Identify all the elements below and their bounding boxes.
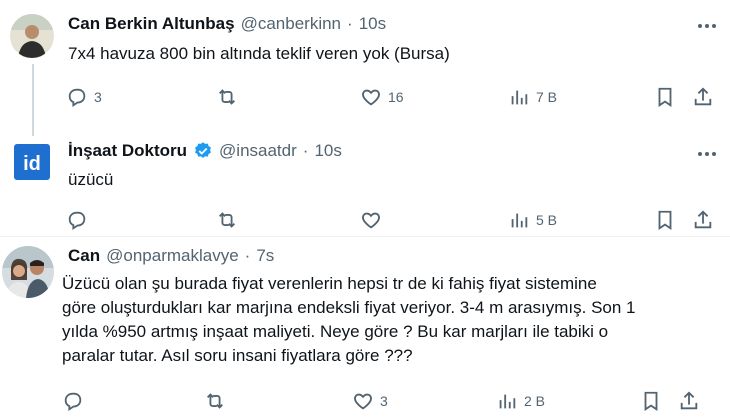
more-options-icon[interactable] bbox=[698, 24, 716, 28]
more-options-icon[interactable] bbox=[698, 152, 716, 156]
share-button[interactable] bbox=[678, 390, 700, 412]
timestamp[interactable]: 7s bbox=[256, 246, 274, 266]
retweet-icon bbox=[219, 89, 235, 105]
views-count: 5 B bbox=[536, 212, 558, 228]
retweet-button[interactable] bbox=[216, 209, 244, 231]
tweet-text: üzücü bbox=[68, 170, 114, 189]
bookmark-button[interactable] bbox=[640, 390, 662, 412]
reply-button[interactable] bbox=[62, 390, 90, 412]
share-icon bbox=[694, 210, 712, 229]
insaat-doktoru-logo-icon: id bbox=[14, 144, 50, 180]
heart-icon bbox=[362, 212, 380, 229]
share-button[interactable] bbox=[692, 209, 714, 231]
tweet-text-line: yılda %950 artmış inşaat maliyeti. Neye … bbox=[62, 322, 609, 341]
retweet-button[interactable] bbox=[204, 390, 232, 412]
timestamp[interactable]: 10s bbox=[359, 14, 386, 34]
share-button[interactable] bbox=[692, 86, 714, 108]
avatar[interactable]: id bbox=[12, 142, 52, 182]
reply-icon bbox=[68, 211, 86, 230]
avatar[interactable] bbox=[2, 246, 54, 298]
verified-badge-icon bbox=[195, 142, 211, 158]
tweet-text: Üzücü olan şu burada fiyat verenlerin he… bbox=[62, 272, 636, 368]
separator-dot: · bbox=[302, 141, 309, 160]
tweet-text: 7x4 havuza 800 bin altında teklif veren … bbox=[68, 44, 450, 63]
bookmark-icon bbox=[658, 87, 672, 107]
tweet-header: Can Berkin Altunbaş @canberkinn · 10s bbox=[68, 14, 386, 34]
views-button[interactable]: 5 B bbox=[508, 209, 557, 231]
tweet-text-line: Üzücü olan şu burada fiyat verenlerin he… bbox=[62, 274, 597, 293]
heart-icon bbox=[362, 89, 380, 106]
reply-count: 3 bbox=[94, 89, 102, 105]
like-button[interactable]: 3 bbox=[352, 390, 388, 412]
tweet-text-line: paralar tutar. Asıl soru insani fiyatlar… bbox=[62, 346, 413, 365]
like-button[interactable] bbox=[360, 209, 388, 231]
thread-line bbox=[32, 64, 34, 136]
tweet-text-line: göre oluşturdukları kar marjına endeksli… bbox=[62, 298, 636, 317]
retweet-button[interactable] bbox=[216, 86, 244, 108]
retweet-icon bbox=[219, 212, 235, 228]
like-count: 3 bbox=[380, 393, 388, 409]
timestamp[interactable]: 10s bbox=[314, 141, 341, 161]
tweet-header: Can @onparmaklavye · 7s bbox=[68, 246, 274, 266]
bookmark-icon bbox=[644, 391, 658, 411]
like-count: 16 bbox=[388, 89, 404, 105]
author-handle[interactable]: @insaatdr bbox=[219, 141, 297, 161]
views-count: 7 B bbox=[536, 89, 558, 105]
separator-dot: · bbox=[244, 246, 251, 265]
author-name[interactable]: İnşaat Doktoru bbox=[68, 141, 187, 161]
reply-icon bbox=[68, 88, 86, 107]
separator-dot: · bbox=[347, 14, 353, 33]
tweet-header: İnşaat Doktoru @insaatdr · 10s bbox=[68, 141, 342, 161]
tweet-divider bbox=[0, 236, 730, 237]
views-button[interactable]: 2 B bbox=[496, 390, 545, 412]
bookmark-button[interactable] bbox=[654, 209, 676, 231]
reply-icon bbox=[64, 392, 82, 411]
reply-button[interactable] bbox=[66, 209, 94, 231]
views-chart-icon bbox=[511, 213, 528, 228]
retweet-icon bbox=[207, 393, 223, 409]
author-handle[interactable]: @onparmaklavye bbox=[106, 246, 239, 266]
bookmark-icon bbox=[658, 210, 672, 230]
share-icon bbox=[680, 391, 698, 410]
logo-text: id bbox=[23, 153, 41, 175]
bookmark-button[interactable] bbox=[654, 86, 676, 108]
avatar-couple-photo-icon bbox=[2, 246, 54, 298]
avatar[interactable] bbox=[10, 14, 54, 58]
heart-icon bbox=[354, 393, 372, 410]
author-name[interactable]: Can Berkin Altunbaş bbox=[68, 14, 235, 34]
views-chart-icon bbox=[511, 90, 528, 105]
views-chart-icon bbox=[499, 394, 516, 409]
author-name[interactable]: Can bbox=[68, 246, 100, 266]
avatar-photo-icon bbox=[10, 14, 54, 58]
author-handle[interactable]: @canberkinn bbox=[241, 14, 341, 34]
views-button[interactable]: 7 B bbox=[508, 86, 557, 108]
like-button[interactable]: 16 bbox=[360, 86, 404, 108]
share-icon bbox=[694, 87, 712, 106]
views-count: 2 B bbox=[524, 393, 546, 409]
reply-button[interactable]: 3 bbox=[66, 86, 102, 108]
